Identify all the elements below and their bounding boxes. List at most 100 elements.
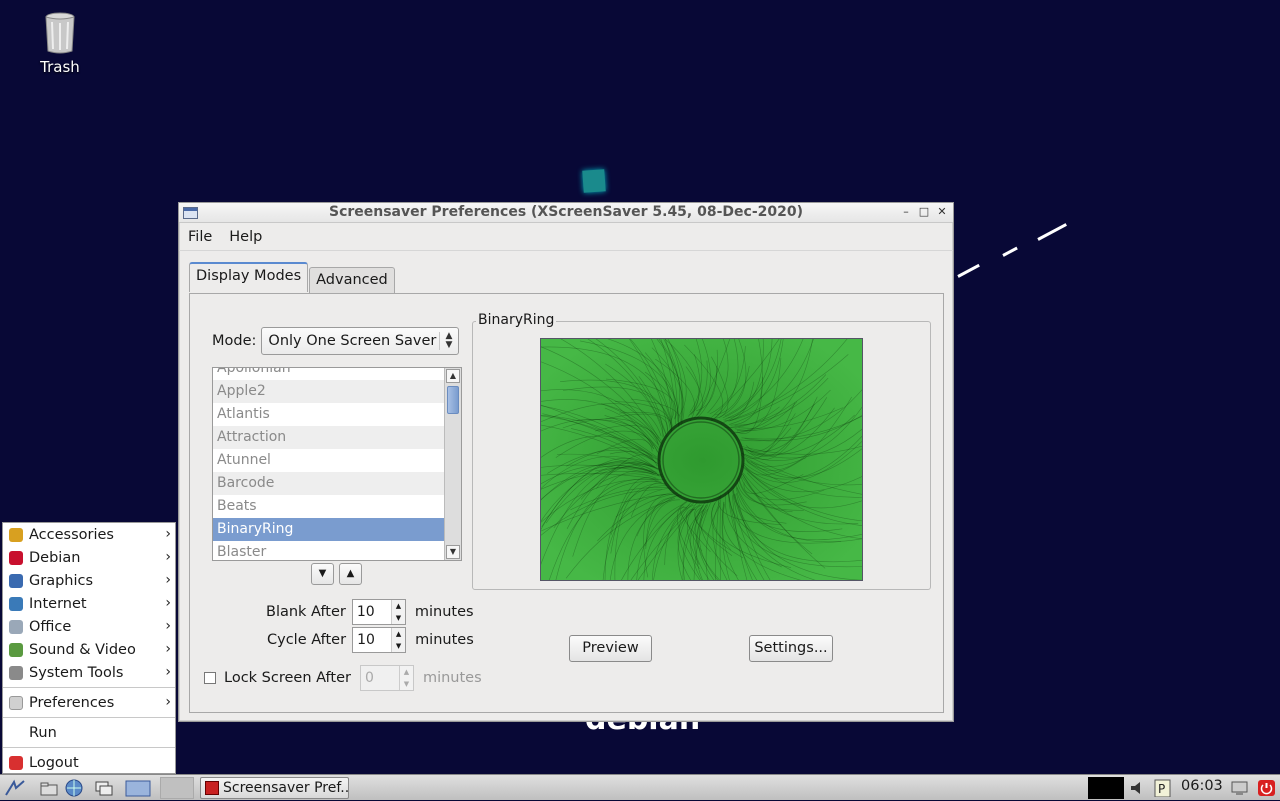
menu-separator	[3, 687, 175, 688]
cycle-after-value: 10	[357, 632, 375, 648]
graphics-icon	[9, 573, 23, 588]
power-icon[interactable]	[1257, 779, 1277, 797]
taskbar-window-label: Screensaver Pref...	[223, 780, 349, 796]
screensaver-list-item[interactable]: Beats	[213, 495, 444, 518]
workspace-2-icon[interactable]	[160, 777, 194, 799]
menu-file[interactable]: File	[188, 229, 221, 245]
updown-arrows-icon: ▲ ▼	[439, 332, 452, 350]
dash-decoration	[1037, 223, 1067, 241]
next-saver-button[interactable]: ▼	[311, 563, 334, 585]
minimize-icon[interactable]: –	[899, 205, 913, 219]
screensaver-list-item[interactable]: Blaster	[213, 541, 444, 560]
file-manager-icon[interactable]	[40, 779, 60, 797]
cycle-after-row: Cycle After 10 ▲ ▼ minutes	[267, 627, 474, 653]
clock[interactable]: 06:03	[1181, 778, 1223, 794]
cpu-monitor-widget	[1088, 777, 1124, 799]
start-menu-icon[interactable]	[4, 779, 25, 797]
binaryring-preview-image	[540, 338, 863, 581]
window-titlebar[interactable]: Screensaver Preferences (XScreenSaver 5.…	[179, 203, 953, 223]
scroll-up-icon[interactable]: ▲	[446, 369, 460, 383]
tab-advanced[interactable]: Advanced	[309, 267, 395, 294]
screensaver-list-item[interactable]: Attraction	[213, 426, 444, 449]
web-browser-icon[interactable]	[64, 779, 84, 797]
tab-bar: Display Modes Advanced	[189, 262, 396, 294]
network-icon[interactable]	[1230, 779, 1250, 797]
list-scrollbar[interactable]: ▲ ▼	[444, 368, 461, 560]
menu-item-graphics[interactable]: Graphics ›	[3, 569, 175, 592]
menu-help[interactable]: Help	[229, 229, 271, 245]
volume-icon[interactable]	[1128, 779, 1148, 797]
menu-item-run[interactable]: Run	[3, 721, 175, 744]
lock-after-spinner: 0 ▲ ▼	[359, 665, 414, 691]
show-desktop-icon[interactable]	[94, 779, 114, 797]
spinner-arrows-icon[interactable]: ▲ ▼	[391, 628, 406, 652]
maximize-icon[interactable]: □	[917, 205, 931, 219]
svg-text:P: P	[1158, 782, 1165, 796]
screensaver-app-icon	[205, 781, 219, 795]
taskbar-window-screensaver[interactable]: Screensaver Pref...	[200, 777, 349, 799]
menu-item-label: Office	[29, 618, 72, 635]
logout-icon	[9, 755, 23, 770]
close-icon[interactable]: ✕	[935, 205, 949, 219]
internet-icon	[9, 596, 23, 611]
prev-saver-button[interactable]: ▲	[339, 563, 362, 585]
debian-icon	[9, 550, 23, 565]
blank-after-row: Blank After 10 ▲ ▼ minutes	[266, 599, 474, 625]
menu-file-label: File	[188, 228, 213, 245]
menu-item-label: Accessories	[29, 526, 114, 543]
menu-item-accessories[interactable]: Accessories ›	[3, 523, 175, 546]
chevron-up-icon: ▲	[346, 568, 355, 579]
blank-after-spinner[interactable]: 10 ▲ ▼	[351, 599, 406, 625]
blank-after-label: Blank After	[266, 604, 346, 620]
chevron-right-icon: ›	[165, 595, 171, 611]
menu-item-office[interactable]: Office ›	[3, 615, 175, 638]
menu-item-debian[interactable]: Debian ›	[3, 546, 175, 569]
chevron-down-icon: ▼	[318, 568, 327, 579]
chevron-right-icon: ›	[165, 618, 171, 634]
screensaver-cube-decoration	[582, 169, 606, 193]
menu-item-label: Run	[29, 724, 57, 741]
lock-screen-label: Lock Screen After	[224, 670, 351, 686]
menu-item-system-tools[interactable]: System Tools ›	[3, 661, 175, 684]
lock-screen-checkbox[interactable]	[204, 672, 216, 684]
display-modes-panel: Mode: Only One Screen Saver ▲ ▼ Apollonia…	[189, 293, 944, 713]
screensaver-list-item[interactable]: Apollonian	[213, 368, 444, 380]
office-icon	[9, 619, 23, 634]
screensaver-list-item[interactable]: Atlantis	[213, 403, 444, 426]
cycle-after-label: Cycle After	[267, 632, 347, 648]
preview-button[interactable]: Preview	[569, 635, 652, 662]
screensaver-list-items: Apollonian Apple2 Atlantis Attraction Atunne…	[213, 368, 444, 560]
scrollbar-thumb[interactable]	[447, 386, 459, 414]
tab-display-modes[interactable]: Display Modes	[189, 262, 309, 292]
mode-label: Mode:	[212, 333, 257, 349]
spinner-arrows-icon: ▲ ▼	[398, 666, 413, 690]
screensaver-list-item[interactable]: Apple2	[213, 380, 444, 403]
screensaver-list[interactable]: Apollonian Apple2 Atlantis Attraction Atunne…	[212, 367, 462, 561]
chevron-right-icon: ›	[165, 694, 171, 710]
clipboard-icon[interactable]: P	[1153, 779, 1173, 798]
scroll-down-icon[interactable]: ▼	[446, 545, 460, 559]
mode-select[interactable]: Only One Screen Saver ▲ ▼	[261, 327, 460, 355]
taskbar: Screensaver Pref... P 06:03	[0, 774, 1280, 800]
menu-item-preferences[interactable]: Preferences ›	[3, 691, 175, 714]
accessories-icon	[9, 527, 23, 542]
menu-item-label: Preferences	[29, 694, 115, 711]
menu-item-sound-video[interactable]: Sound & Video ›	[3, 638, 175, 661]
spinner-arrows-icon[interactable]: ▲ ▼	[390, 600, 405, 624]
cycle-after-spinner[interactable]: 10 ▲ ▼	[352, 627, 407, 653]
settings-button[interactable]: Settings...	[749, 635, 833, 662]
sound-video-icon	[9, 642, 23, 657]
screensaver-list-item[interactable]: Barcode	[213, 472, 444, 495]
screensaver-list-item[interactable]: Atunnel	[213, 449, 444, 472]
workspace-1-icon[interactable]	[124, 779, 154, 797]
lock-screen-row: Lock Screen After 0 ▲ ▼ minutes	[204, 665, 482, 691]
menu-item-internet[interactable]: Internet ›	[3, 592, 175, 615]
screensaver-list-item[interactable]: BinaryRing	[213, 518, 444, 541]
start-menu-categories: Accessories › Debian › Graphics › Internet › Off…	[3, 523, 175, 684]
menu-item-logout[interactable]: Logout	[3, 751, 175, 774]
trash-desktop-icon[interactable]: Trash	[30, 12, 90, 76]
preferences-icon	[9, 695, 23, 710]
mode-row: Mode: Only One Screen Saver ▲ ▼	[212, 327, 460, 355]
mode-select-value: Only One Screen Saver	[268, 333, 437, 349]
menu-separator	[3, 717, 175, 718]
